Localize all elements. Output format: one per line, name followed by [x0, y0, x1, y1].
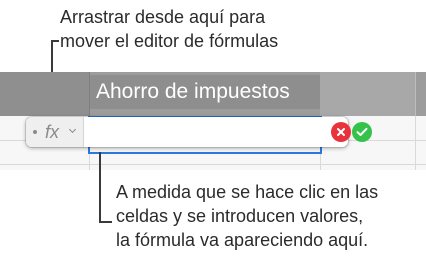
grid-line [415, 116, 416, 170]
grid-line [0, 164, 426, 165]
drag-callout: Arrastrar desde aquí para mover el edito… [60, 5, 278, 53]
formula-input[interactable] [86, 120, 316, 144]
formula-callout-line-3: la fórmula va apareciendo aquí. [116, 230, 369, 250]
formula-callout-leader-tick [99, 221, 112, 223]
drag-handle-icon [33, 130, 37, 134]
formula-callout: A medida que se hace clic en las celdas … [116, 180, 378, 252]
drag-callout-leader-tick [51, 40, 59, 42]
formula-editor[interactable]: fx [26, 117, 372, 147]
header-cell[interactable]: Ahorro de impuestos [90, 75, 320, 109]
formula-callout-line-1: A medida que se hace clic en las [116, 182, 379, 202]
checkmark-icon [356, 127, 368, 136]
header-row-cell-right[interactable] [320, 72, 415, 116]
accept-button[interactable] [352, 122, 372, 142]
cancel-x-icon [337, 128, 345, 136]
formula-editor-drag-handle[interactable]: fx [26, 117, 84, 147]
header-row-cell-first[interactable] [0, 72, 89, 116]
header-row: Ahorro de impuestos [0, 72, 426, 116]
chevron-down-icon[interactable] [68, 125, 77, 134]
formula-callout-leader [99, 152, 101, 223]
fx-label: fx [45, 122, 60, 142]
cancel-button[interactable] [331, 122, 351, 142]
formula-callout-line-2: celdas y se introducen valores, [116, 206, 364, 226]
drag-callout-line-1: Arrastrar desde aquí para [60, 7, 266, 27]
column-divider-right [415, 72, 416, 116]
drag-callout-line-2: mover el editor de fórmulas [60, 31, 279, 51]
